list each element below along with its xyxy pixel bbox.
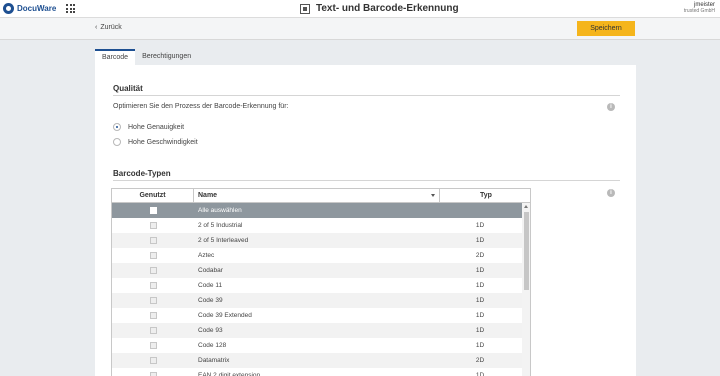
barcode-types-info-icon[interactable]: i xyxy=(607,189,615,197)
barcode-types-divider xyxy=(113,180,620,181)
row-checkbox[interactable] xyxy=(150,267,157,274)
select-all-checkbox[interactable] xyxy=(150,207,157,214)
back-link[interactable]: ‹ Zurück xyxy=(95,24,122,31)
docuware-logo[interactable]: DocuWare xyxy=(3,3,56,14)
row-checkbox[interactable] xyxy=(150,342,157,349)
row-type: 1D xyxy=(475,267,485,274)
sort-caret-icon[interactable] xyxy=(431,194,435,197)
column-header-name-label: Name xyxy=(198,192,218,199)
scroll-thumb[interactable] xyxy=(524,212,529,290)
row-type: 1D xyxy=(475,237,485,244)
row-type: 1D xyxy=(475,297,485,304)
row-type: 1D xyxy=(475,327,485,334)
row-name: Code 128 xyxy=(198,342,227,349)
row-checkbox[interactable] xyxy=(150,357,157,364)
table-row[interactable]: Code 128 1D xyxy=(112,338,522,353)
table-scrollbar[interactable] xyxy=(522,203,530,376)
radio-label-accuracy: Hohe Genauigkeit xyxy=(128,123,185,131)
radio-label-speed: Hohe Geschwindigkeit xyxy=(128,138,198,146)
table-row[interactable]: 2 of 5 Industrial 1D xyxy=(112,218,522,233)
row-name: Code 11 xyxy=(198,282,223,289)
row-checkbox[interactable] xyxy=(150,237,157,244)
row-type: 1D xyxy=(475,372,485,376)
barcode-types-heading: Barcode-Typen xyxy=(113,169,171,178)
quality-heading: Qualität xyxy=(113,84,143,93)
row-name: 2 of 5 Interleaved xyxy=(198,237,249,244)
barcode-types-table: Genutzt Name Typ Alle auswählen 2 of 5 I… xyxy=(111,188,531,376)
table-row[interactable]: Code 93 1D xyxy=(112,323,522,338)
radio-unchecked-icon[interactable] xyxy=(113,138,121,146)
row-checkbox[interactable] xyxy=(150,282,157,289)
table-row[interactable]: Code 39 Extended 1D xyxy=(112,308,522,323)
table-row[interactable]: 2 of 5 Interleaved 1D xyxy=(112,233,522,248)
table-row[interactable]: Code 39 1D xyxy=(112,293,522,308)
table-row[interactable]: Codabar 1D xyxy=(112,263,522,278)
tab-barcode[interactable]: Barcode xyxy=(95,49,136,65)
page-title: Text- und Barcode-Erkennung xyxy=(316,3,459,14)
row-checkbox[interactable] xyxy=(150,297,157,304)
row-name: Code 39 xyxy=(198,297,223,304)
row-type: 1D xyxy=(475,282,485,289)
row-name: Code 39 Extended xyxy=(198,312,252,319)
radio-checked-icon[interactable] xyxy=(113,123,121,131)
quality-divider xyxy=(113,95,620,96)
table-row[interactable]: Datamatrix 2D xyxy=(112,353,522,368)
column-header-used[interactable]: Genutzt xyxy=(112,189,194,202)
row-name: Codabar xyxy=(198,267,223,274)
user-company: trusted GmbH xyxy=(683,8,715,14)
row-checkbox[interactable] xyxy=(150,312,157,319)
table-body: Alle auswählen 2 of 5 Industrial 1D 2 of… xyxy=(112,203,522,376)
row-name: Aztec xyxy=(198,252,215,259)
chevron-left-icon: ‹ xyxy=(95,24,98,31)
back-label: Zurück xyxy=(100,24,122,31)
row-name: 2 of 5 Industrial xyxy=(198,222,243,229)
tab-berechtigungen[interactable]: Berechtigungen xyxy=(135,49,198,65)
docuware-logo-icon xyxy=(3,3,14,14)
row-checkbox[interactable] xyxy=(150,252,157,259)
logo-text: DocuWare xyxy=(17,4,57,13)
row-type: 2D xyxy=(475,357,485,364)
page-header: Text- und Barcode-Erkennung xyxy=(300,3,459,14)
table-row[interactable]: EAN 2 digit extension 1D xyxy=(112,368,522,376)
table-row[interactable]: Code 11 1D xyxy=(112,278,522,293)
row-checkbox[interactable] xyxy=(150,222,157,229)
row-type: 2D xyxy=(475,252,485,259)
top-bar: DocuWare Text- und Barcode-Erkennung jme… xyxy=(0,0,720,18)
select-all-row[interactable]: Alle auswählen xyxy=(112,203,522,218)
content-card: Qualität Optimieren Sie den Prozess der … xyxy=(95,65,636,376)
row-type: 1D xyxy=(475,312,485,319)
action-bar: ‹ Zurück Speichern xyxy=(0,18,720,40)
row-name: Datamatrix xyxy=(198,357,230,364)
column-header-name[interactable]: Name xyxy=(194,189,440,202)
table-row[interactable]: Aztec 2D xyxy=(112,248,522,263)
row-checkbox[interactable] xyxy=(150,372,157,376)
row-name: EAN 2 digit extension xyxy=(198,372,261,376)
row-checkbox[interactable] xyxy=(150,327,157,334)
user-menu[interactable]: jmeister trusted GmbH xyxy=(684,2,715,14)
select-all-label: Alle auswählen xyxy=(198,207,242,214)
row-type: 1D xyxy=(475,222,485,229)
row-type: 1D xyxy=(475,342,485,349)
radio-high-speed[interactable]: Hohe Geschwindigkeit xyxy=(113,138,198,146)
quality-info-icon[interactable]: i xyxy=(607,103,615,111)
quality-description: Optimieren Sie den Prozess der Barcode-E… xyxy=(113,103,289,110)
row-name: Code 93 xyxy=(198,327,223,334)
scroll-up-icon[interactable] xyxy=(524,205,528,208)
grid-icon[interactable] xyxy=(66,4,75,13)
save-button[interactable]: Speichern xyxy=(577,21,635,36)
barcode-scan-icon xyxy=(300,3,310,14)
radio-high-accuracy[interactable]: Hohe Genauigkeit xyxy=(113,123,184,131)
column-header-type[interactable]: Typ xyxy=(440,189,530,202)
tab-bar: Barcode Berechtigungen xyxy=(95,49,198,65)
table-header: Genutzt Name Typ xyxy=(112,189,530,203)
